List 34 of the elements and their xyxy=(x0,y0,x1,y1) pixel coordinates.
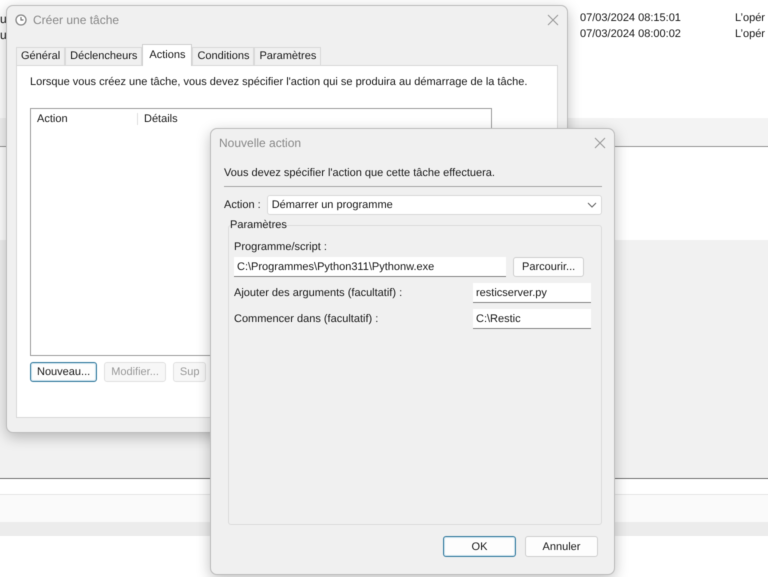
input-field[interactable]: C:\Restic xyxy=(473,309,591,329)
table-cell: L’opér xyxy=(735,28,765,40)
window-title: Nouvelle action xyxy=(219,136,302,150)
column-header[interactable]: Détails xyxy=(138,113,244,125)
dialog-button[interactable]: OK xyxy=(443,536,516,557)
tab[interactable]: Conditions xyxy=(192,47,254,65)
field-label: Action : xyxy=(224,199,261,211)
window-title: Créer une tâche xyxy=(33,13,120,27)
tab[interactable]: Général xyxy=(16,47,66,65)
menu-text: u xyxy=(0,12,7,26)
action-button[interactable]: Nouveau... xyxy=(30,362,98,382)
clock-icon xyxy=(15,14,27,26)
action-dropdown[interactable]: Démarrer un programme xyxy=(266,195,602,215)
tab[interactable]: Actions xyxy=(142,44,192,66)
table-cell-text: 07/03/2024 08:00:02 xyxy=(580,28,682,40)
column-header[interactable]: Action xyxy=(31,113,138,125)
dialog-button[interactable]: Annuler xyxy=(525,536,598,557)
tab[interactable]: Déclencheurs xyxy=(65,47,142,65)
field-label: Ajouter des arguments (facultatif) : xyxy=(234,287,402,299)
menu-text: u xyxy=(0,28,7,42)
browse-button[interactable]: Parcourir... xyxy=(513,257,584,277)
description-text: Lorsque vous créez une tâche, vous devez spécifier l'action qui se produira au démarrage de la tâche. xyxy=(30,76,528,88)
table-cell-text: 07/03/2024 08:15:01 xyxy=(580,12,682,24)
tab[interactable]: Paramètres xyxy=(254,47,322,65)
group-title: Paramètres xyxy=(230,219,287,231)
chevron-down-icon xyxy=(587,202,597,208)
input-field[interactable]: resticserver.py xyxy=(473,283,591,303)
field-label: Programme/script : xyxy=(234,241,328,253)
table-cell: L’opér xyxy=(735,12,765,24)
close-icon[interactable] xyxy=(594,137,606,149)
description-text: Vous devez spécifier l'action que cette tâche effectuera. xyxy=(224,167,602,187)
input-field[interactable]: C:\Programmes\Python311\Pythonw.exe xyxy=(234,257,506,277)
close-icon[interactable] xyxy=(547,14,559,26)
field-label: Commencer dans (facultatif) : xyxy=(234,313,378,325)
